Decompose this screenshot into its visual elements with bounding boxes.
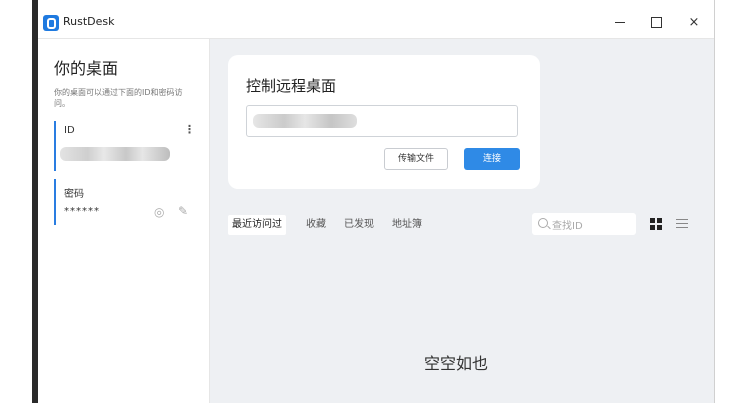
control-remote-title: 控制远程桌面 [246, 77, 337, 95]
search-placeholder: 查找ID [552, 221, 583, 232]
sidebar-description: 你的桌面可以通过下面的ID和密码访问。 [54, 88, 183, 108]
eye-icon[interactable]: ◎ [154, 205, 164, 219]
password-value: ****** [64, 206, 100, 217]
maximize-icon [650, 17, 662, 28]
search-input[interactable]: 查找ID [532, 213, 636, 235]
main-panel: 控制远程桌面 传输文件 连接 最近访问过 收藏 已发现 地址簿 查找ID 空空如… [210, 39, 714, 403]
connect-button[interactable]: 连接 [464, 148, 520, 170]
title-bar: RustDesk × [38, 8, 714, 39]
search-icon [538, 218, 548, 228]
tab-address-book[interactable]: 地址簿 [392, 215, 422, 235]
password-label: 密码 [64, 189, 84, 200]
list-view-icon[interactable] [676, 219, 688, 229]
minimize-icon [615, 22, 625, 23]
remote-id-input[interactable] [246, 105, 518, 137]
close-button[interactable]: × [680, 12, 708, 34]
empty-message: 空空如也 [424, 354, 489, 373]
remote-id-blurred [253, 114, 357, 128]
rustdesk-logo-icon [43, 15, 59, 31]
rustdesk-window: RustDesk × 你的桌面 你的桌面可以通过下面的ID和密码访问。 ID ⋮… [38, 8, 714, 403]
id-section: ID ⋮ [54, 121, 206, 171]
transfer-file-button[interactable]: 传输文件 [384, 148, 448, 170]
edit-icon[interactable]: ✎ [178, 204, 188, 218]
window-title: RustDesk [63, 15, 115, 28]
desktop-right-strip [714, 0, 744, 403]
desktop-left-strip [0, 0, 32, 403]
close-icon: × [688, 15, 700, 30]
password-section: 密码 ****** ◎ ✎ [54, 179, 206, 225]
control-remote-card: 控制远程桌面 传输文件 连接 [228, 55, 540, 189]
sidebar-title: 你的桌面 [54, 59, 119, 78]
more-options-icon[interactable]: ⋮ [184, 123, 195, 136]
maximize-button[interactable] [642, 12, 670, 34]
sidebar: 你的桌面 你的桌面可以通过下面的ID和密码访问。 ID ⋮ 密码 ****** … [38, 39, 210, 403]
id-value-blurred[interactable] [60, 147, 170, 161]
tab-discovered[interactable]: 已发现 [344, 215, 374, 235]
grid-view-icon[interactable] [650, 218, 662, 230]
id-label: ID [64, 125, 75, 136]
tab-recent[interactable]: 最近访问过 [228, 215, 286, 235]
tab-favorites[interactable]: 收藏 [306, 215, 326, 235]
window-right-border [714, 0, 715, 403]
minimize-button[interactable] [606, 12, 634, 34]
